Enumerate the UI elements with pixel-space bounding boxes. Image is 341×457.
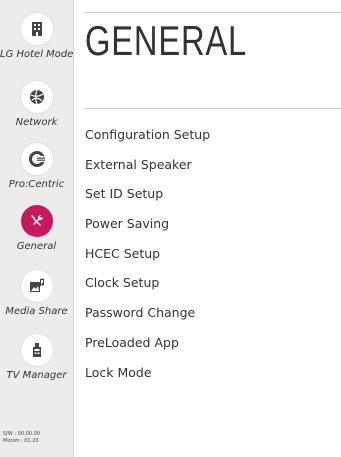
sidebar-item-label: Network xyxy=(15,117,58,128)
sidebar-item-label: LG Hotel Mode xyxy=(0,49,74,60)
version-info: S/W : 00.00.00 Micom : 01.20 xyxy=(3,431,40,445)
sidebar-item-procentric[interactable]: Pro:Centric xyxy=(0,143,73,191)
sidebar-item-label: Pro:Centric xyxy=(8,179,65,190)
menu-item-preloaded-app[interactable]: PreLoaded App xyxy=(85,328,325,358)
globe-icon xyxy=(20,81,53,113)
menu-item-clock-setup[interactable]: Clock Setup xyxy=(85,268,325,298)
settings-menu: Configuration Setup External Speaker Set… xyxy=(85,120,325,387)
title-divider xyxy=(85,108,341,109)
page-title: GENERAL xyxy=(85,17,248,64)
sidebar-item-tv-manager[interactable]: TV Manager xyxy=(0,334,73,382)
software-version: S/W : 00.00.00 xyxy=(3,431,40,437)
hotel-icon xyxy=(20,13,53,45)
sidebar-item-label: General xyxy=(16,241,57,252)
sidebar-item-label: TV Manager xyxy=(6,370,67,381)
sidebar-item-label: Media Share xyxy=(5,306,68,317)
menu-item-password-change[interactable]: Password Change xyxy=(85,298,325,328)
menu-item-power-saving[interactable]: Power Saving xyxy=(85,209,325,239)
sidebar-item-media-share[interactable]: Media Share xyxy=(0,270,73,318)
top-divider xyxy=(85,12,341,13)
micom-version: Micom : 01.20 xyxy=(3,438,39,444)
sidebar: LG Hotel Mode Network Pro:Centric Genera… xyxy=(0,0,74,457)
menu-item-external-speaker[interactable]: External Speaker xyxy=(85,150,325,180)
tools-icon xyxy=(20,205,53,237)
sidebar-item-network[interactable]: Network xyxy=(0,81,73,129)
settings-screen: LG Hotel Mode Network Pro:Centric Genera… xyxy=(0,0,341,457)
menu-item-configuration-setup[interactable]: Configuration Setup xyxy=(85,120,325,150)
menu-item-hcec-setup[interactable]: HCEC Setup xyxy=(85,239,325,269)
media-share-icon xyxy=(20,270,53,302)
sidebar-item-lg-hotel-mode[interactable]: LG Hotel Mode xyxy=(0,13,73,61)
menu-item-lock-mode[interactable]: Lock Mode xyxy=(85,358,325,388)
sidebar-item-general[interactable]: General xyxy=(0,205,73,253)
main-panel: GENERAL Configuration Setup External Spe… xyxy=(74,0,341,457)
menu-item-set-id-setup[interactable]: Set ID Setup xyxy=(85,179,325,209)
tv-manager-icon xyxy=(20,334,53,366)
procentric-icon xyxy=(20,143,53,175)
